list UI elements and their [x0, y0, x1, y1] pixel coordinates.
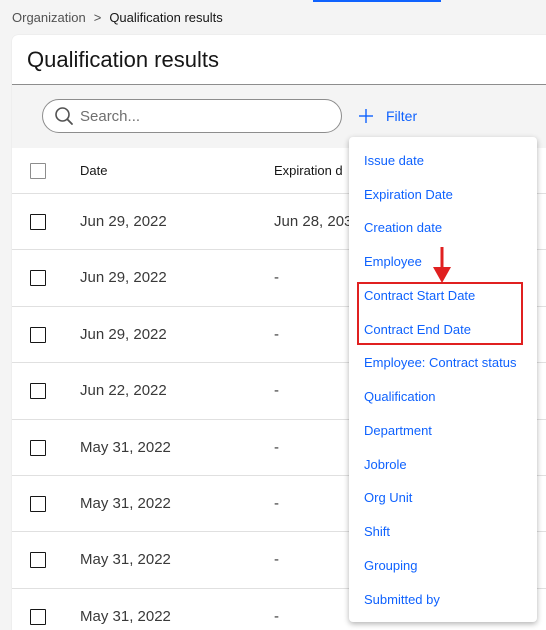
filter-option-employee-contract-status[interactable]: Employee: Contract status — [364, 355, 516, 370]
filter-option-jobrole[interactable]: Jobrole — [364, 457, 407, 472]
column-header-expiration[interactable]: Expiration d — [274, 163, 343, 178]
row-expiration: - — [274, 382, 279, 400]
filter-button[interactable]: Filter — [358, 102, 417, 130]
filter-option-department[interactable]: Department — [364, 423, 432, 438]
search-box[interactable] — [42, 99, 342, 133]
row-date: May 31, 2022 — [80, 551, 171, 569]
breadcrumb-current: Qualification results — [109, 9, 223, 25]
filter-label: Filter — [386, 108, 418, 124]
filter-option-issue-date[interactable]: Issue date — [364, 153, 424, 168]
column-expiration-clip: - — [274, 589, 354, 630]
row-date: May 31, 2022 — [80, 438, 171, 456]
row-expiration: Jun 28, 203 — [274, 213, 353, 230]
filter-option-grouping[interactable]: Grouping — [364, 558, 417, 573]
red-arrow-icon — [433, 247, 451, 283]
filter-option-expiration-date[interactable]: Expiration Date — [364, 187, 453, 202]
column-expiration-clip: - — [274, 363, 354, 418]
row-date: Jun 22, 2022 — [80, 382, 167, 400]
row-checkbox[interactable] — [30, 270, 46, 287]
row-expiration: - — [274, 438, 279, 456]
column-expiration-clip: - — [274, 250, 354, 305]
row-date: Jun 29, 2022 — [80, 269, 167, 287]
filter-option-submitted-by[interactable]: Submitted by — [364, 592, 440, 607]
row-expiration: - — [274, 494, 279, 512]
column-expiration-clip: Jun 28, 203 — [274, 194, 354, 249]
row-checkbox[interactable] — [30, 608, 46, 625]
select-all-checkbox[interactable] — [30, 163, 46, 179]
filter-dropdown-menu: Issue date Expiration Date Creation date… — [349, 137, 537, 622]
plus-icon — [359, 109, 373, 123]
row-checkbox[interactable] — [30, 383, 46, 400]
row-date: Jun 29, 2022 — [80, 213, 167, 230]
filter-option-creation-date[interactable]: Creation date — [364, 220, 442, 235]
page-title: Qualification results — [27, 47, 219, 72]
breadcrumb: Organization > Qualification results — [12, 9, 223, 25]
filter-option-employee[interactable]: Employee — [364, 254, 422, 269]
annotation-highlight-box — [357, 282, 523, 345]
column-header-date[interactable]: Date — [80, 163, 107, 178]
row-date: Jun 29, 2022 — [80, 325, 167, 343]
column-expiration-clip: - — [274, 476, 354, 531]
row-date: May 31, 2022 — [80, 607, 171, 625]
row-expiration: - — [274, 269, 279, 287]
filter-option-qualification[interactable]: Qualification — [364, 389, 436, 404]
search-icon — [55, 107, 73, 125]
column-expiration-clip: - — [274, 307, 354, 362]
column-expiration-clip: Expiration d — [274, 148, 354, 193]
breadcrumb-separator: > — [93, 9, 102, 25]
row-checkbox[interactable] — [30, 326, 46, 343]
top-accent-bar — [313, 0, 441, 2]
row-checkbox[interactable] — [30, 495, 46, 512]
row-expiration: - — [274, 607, 279, 625]
row-expiration: - — [274, 551, 279, 569]
row-checkbox[interactable] — [30, 439, 46, 456]
row-checkbox[interactable] — [30, 214, 46, 230]
search-input[interactable] — [80, 107, 320, 125]
row-expiration: - — [274, 325, 279, 343]
column-expiration-clip: - — [274, 420, 354, 475]
breadcrumb-organization[interactable]: Organization — [12, 10, 86, 25]
row-date: May 31, 2022 — [80, 494, 171, 512]
column-expiration-clip: - — [274, 532, 354, 587]
row-checkbox[interactable] — [30, 552, 46, 569]
filter-option-shift[interactable]: Shift — [364, 524, 390, 539]
filter-option-org-unit[interactable]: Org Unit — [364, 490, 412, 505]
